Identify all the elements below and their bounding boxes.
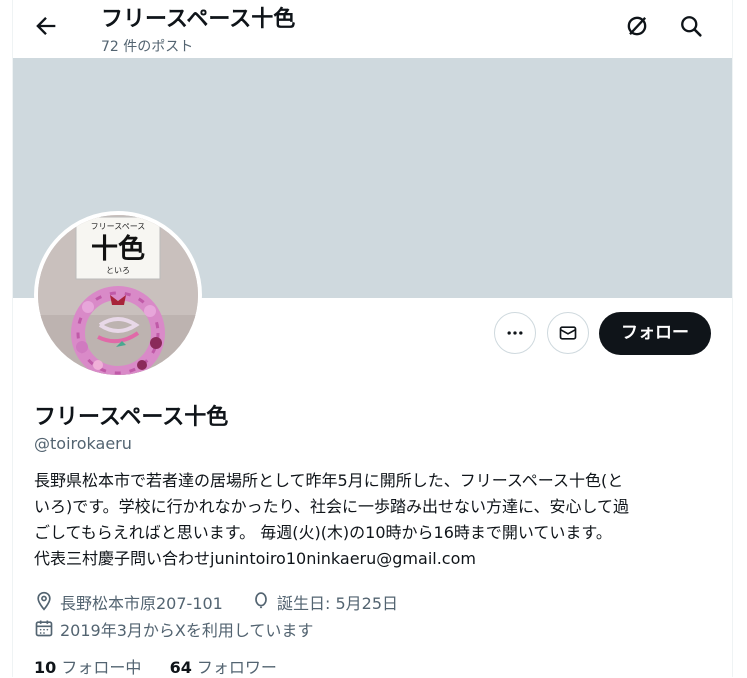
post-count: 72 件のポスト xyxy=(101,39,194,55)
bio-line: 代表三村慶子問い合わせjunintoiro10ninkaeru@gmail.co… xyxy=(34,549,476,568)
search-icon xyxy=(681,16,702,37)
avatar-sign-sub: といろ xyxy=(106,266,130,275)
more-icon xyxy=(507,331,523,335)
birthday: 誕生日: 5月25日 xyxy=(251,590,398,614)
join-date: 2019年3月からXを利用しています xyxy=(34,617,313,641)
avatar-sign-main: 十色 xyxy=(91,233,145,265)
profile-handle: @toirokaeru xyxy=(34,434,132,453)
location: 長野松本市原207-101 xyxy=(34,590,223,614)
bio-line: 長野県松本市で若者達の居場所として昨年5月に開所した、フリースペース十色(と xyxy=(34,471,624,490)
top-bar: フリースペース十色 72 件のポスト xyxy=(13,0,732,58)
location-pin-icon xyxy=(37,591,51,611)
following-count: 10 xyxy=(34,658,57,677)
following-link[interactable]: 10 フォロー中 xyxy=(34,658,146,677)
profile-page: フリースペース十色 72 件のポスト フリースペース 十色 といろ フォロー フ… xyxy=(12,0,733,677)
avatar[interactable]: フリースペース 十色 といろ xyxy=(34,211,202,379)
follow-button[interactable]: フォロー xyxy=(599,312,711,355)
arrow-left-icon xyxy=(36,17,56,35)
followers-count: 64 xyxy=(169,658,192,677)
header-title: フリースペース十色 xyxy=(101,7,296,32)
followers-label: フォロワー xyxy=(196,658,277,677)
profile-name: フリースペース十色 xyxy=(34,405,229,430)
back-button[interactable] xyxy=(32,12,60,40)
more-button[interactable] xyxy=(494,312,536,354)
follow-stats: 10 フォロー中 64 フォロワー xyxy=(34,654,277,678)
following-label: フォロー中 xyxy=(61,658,142,677)
avatar-sign-top: フリースペース xyxy=(91,222,146,231)
join-date-text: 2019年3月からXを利用しています xyxy=(60,621,314,640)
balloon-icon xyxy=(255,592,267,609)
bio-line: いろ)です。学校に行かれなかったり、社会に一歩踏み出せない方達に、安心して過 xyxy=(34,497,630,516)
grok-icon xyxy=(627,16,647,36)
grok-button[interactable] xyxy=(623,12,651,40)
calendar-icon xyxy=(35,620,53,637)
avatar-image: フリースペース 十色 といろ xyxy=(38,215,198,375)
profile-bio: 長野県松本市で若者達の居場所として昨年5月に開所した、フリースペース十色(と い… xyxy=(34,468,714,572)
message-button[interactable] xyxy=(547,312,589,354)
location-text: 長野松本市原207-101 xyxy=(60,594,223,613)
mail-icon xyxy=(559,326,577,340)
followers-link[interactable]: 64 フォロワー xyxy=(170,658,277,677)
birthday-text: 誕生日: 5月25日 xyxy=(277,594,399,613)
search-button[interactable] xyxy=(677,12,705,40)
bio-line: ごしてもらえればと思います。 毎週(火)(木)の10時から16時まで開いています… xyxy=(34,523,612,542)
